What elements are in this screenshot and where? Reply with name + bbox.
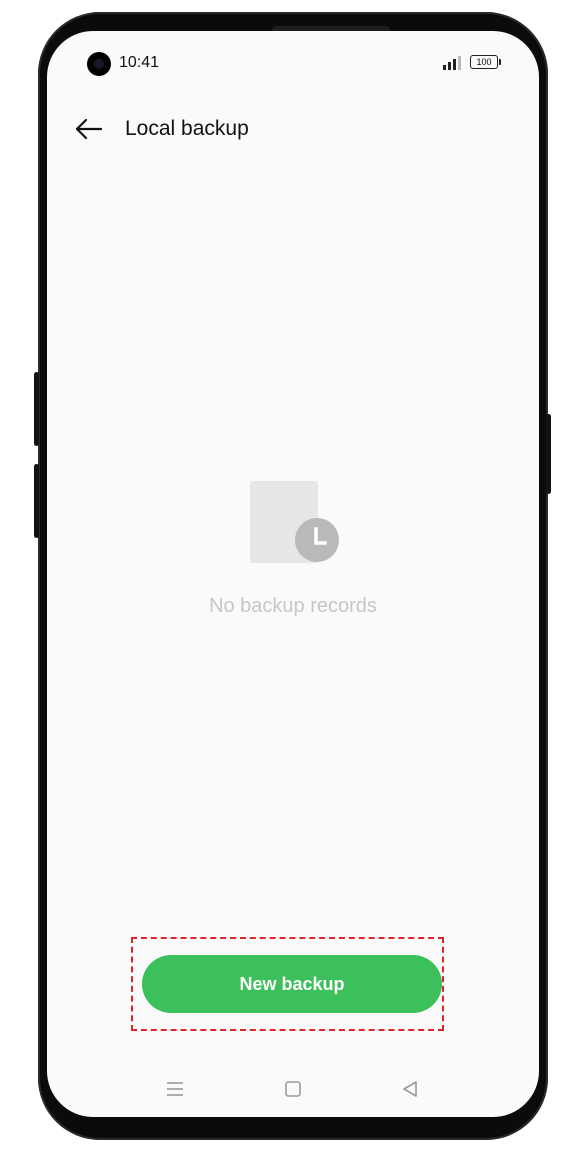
status-time: 10:41: [119, 54, 160, 71]
new-backup-button[interactable]: New backup: [142, 955, 442, 1013]
signal-icon: [443, 56, 461, 70]
volume-up-button: [34, 372, 39, 446]
phone-screen: 10:41 100 Local backup No backup records…: [47, 31, 539, 1117]
back-button[interactable]: [73, 113, 105, 145]
status-bar: 10:41 100: [47, 31, 539, 91]
back-triangle-icon[interactable]: [398, 1077, 422, 1101]
app-bar: Local backup: [47, 109, 539, 149]
menu-icon[interactable]: [163, 1077, 187, 1101]
volume-down-button: [34, 464, 39, 538]
document-clock-icon: [250, 481, 339, 563]
power-button: [546, 414, 551, 494]
home-square-icon[interactable]: [281, 1077, 305, 1101]
arrow-left-icon: [75, 118, 103, 140]
front-camera: [87, 52, 111, 76]
navigation-bar: [47, 1077, 539, 1107]
battery-icon: 100: [470, 55, 501, 69]
page-title: Local backup: [125, 117, 249, 140]
empty-message: No backup records: [209, 595, 377, 617]
